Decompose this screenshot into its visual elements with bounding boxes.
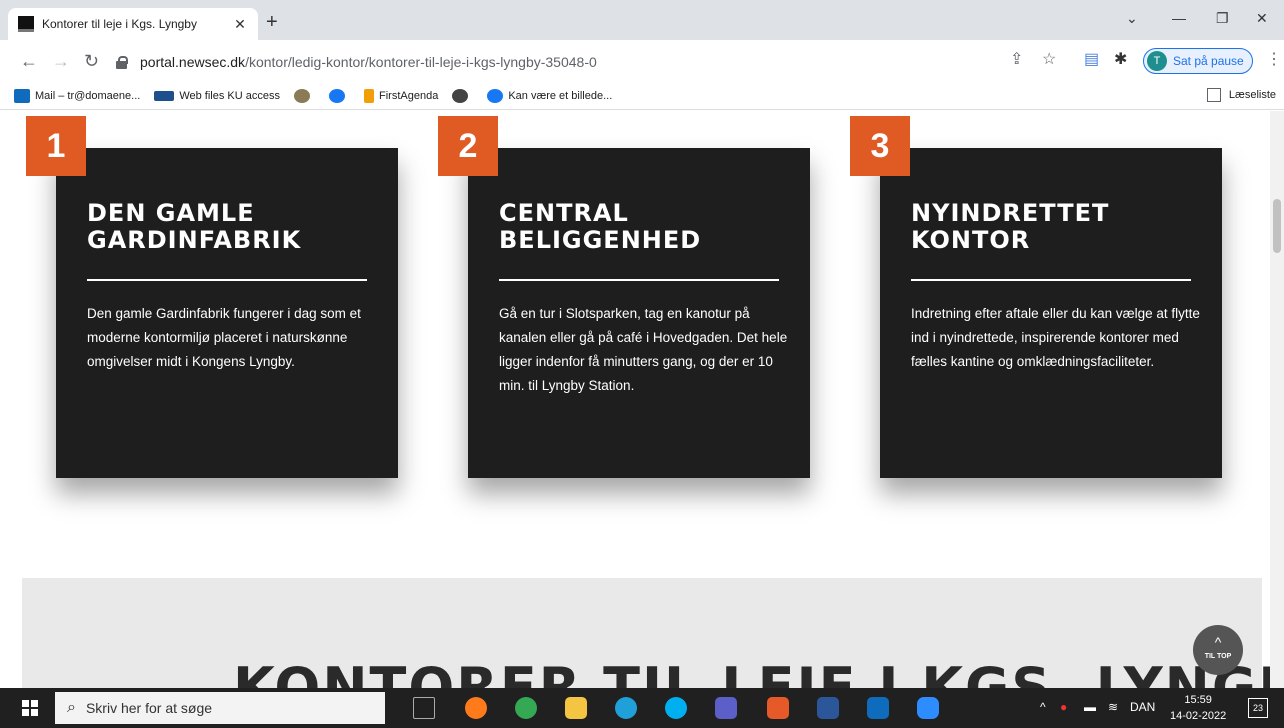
browser-tab[interactable]: Kontorer til leje i Kgs. Lyngby ✕ <box>8 8 258 40</box>
address-bar[interactable]: portal.newsec.dk/kontor/ledig-kontor/kon… <box>116 48 996 76</box>
newsec-favicon-icon <box>18 16 34 32</box>
lock-icon <box>116 56 128 69</box>
scrollbar-thumb[interactable] <box>1273 199 1281 253</box>
bookmarks-bar: Mail – tr@domaene... Web files KU access… <box>0 82 1284 110</box>
card-text: Indretning efter aftale eller du kan væl… <box>911 306 1200 369</box>
feature-card: DEN GAMLE GARDINFABRIK Den gamle Gardinf… <box>56 148 398 478</box>
file-explorer-icon[interactable] <box>565 697 587 719</box>
reading-list-button[interactable]: Læseliste <box>1206 88 1276 102</box>
notification-center-icon[interactable]: 23 <box>1248 698 1268 718</box>
language-indicator[interactable]: DAN <box>1130 700 1155 714</box>
reload-icon[interactable]: ↻ <box>84 51 99 71</box>
ku-logo-icon <box>294 88 310 103</box>
search-placeholder: Skriv her for at søge <box>85 700 213 716</box>
url-host: portal.newsec.dk <box>140 54 246 70</box>
clock-time: 15:59 <box>1184 694 1212 706</box>
tab-strip: Kontorer til leje i Kgs. Lyngby ✕ + ⌄ — … <box>0 0 1284 40</box>
minimize-button[interactable]: — <box>1172 10 1186 26</box>
url-path: /kontor/ledig-kontor/kontorer-til-leje-i… <box>245 54 597 70</box>
card-text: Den gamle Gardinfabrik fungerer i dag so… <box>87 306 361 369</box>
card-number-badge: 3 <box>850 116 910 176</box>
chevron-up-icon: ^ <box>1214 634 1222 650</box>
new-tab-button[interactable]: + <box>266 12 278 32</box>
bookmark-item[interactable]: Web files KU access <box>154 90 280 102</box>
feature-card: NYINDRETTET KONTOR Indretning efter afta… <box>880 148 1222 478</box>
extension-doc-icon[interactable]: ▤ <box>1084 52 1099 68</box>
windows-start-icon[interactable] <box>22 700 38 716</box>
clock-date: 14-02-2022 <box>1170 710 1227 722</box>
tray-chevron-up-icon[interactable]: ^ <box>1040 700 1046 714</box>
chrome-icon[interactable] <box>515 697 537 719</box>
extensions-puzzle-icon[interactable]: ✱ <box>1114 52 1127 68</box>
tray-app-icon[interactable]: ● <box>1060 700 1067 714</box>
zoom-icon[interactable] <box>917 697 939 719</box>
avatar: T <box>1147 51 1167 71</box>
wifi-icon[interactable]: ≋ <box>1108 700 1118 714</box>
page-viewport: 1 DEN GAMLE GARDINFABRIK Den gamle Gardi… <box>0 111 1284 688</box>
bookmark-item[interactable] <box>329 88 350 103</box>
back-arrow-icon[interactable]: ← <box>20 51 38 71</box>
card-text: Gå en tur i Slotsparken, tag en kanotur … <box>499 306 788 393</box>
app-badge-icon[interactable] <box>767 697 789 719</box>
firstagenda-icon <box>364 88 374 103</box>
search-icon: ⌕ <box>67 699 76 716</box>
bookmark-item[interactable]: Mail – tr@domaene... <box>14 88 140 103</box>
bookmark-item[interactable] <box>294 88 315 103</box>
skype-icon[interactable] <box>665 697 687 719</box>
outlook-icon[interactable] <box>867 697 889 719</box>
card-title: DEN GAMLE GARDINFABRIK <box>87 199 302 254</box>
teams-icon[interactable] <box>715 697 737 719</box>
bookmark-item[interactable]: Kan være et billede... <box>487 88 612 103</box>
feature-card: CENTRAL BELIGGENHED Gå en tur i Slotspar… <box>468 148 810 478</box>
card-title: CENTRAL BELIGGENHED <box>499 199 702 254</box>
web-files-icon <box>154 90 175 101</box>
page-scrollbar[interactable] <box>1270 111 1284 688</box>
restore-button[interactable]: ❐ <box>1216 10 1229 27</box>
card-title: NYINDRETTET KONTOR <box>911 199 1110 254</box>
profile-button[interactable]: T Sat på pause <box>1143 48 1253 74</box>
reading-list-icon <box>1206 88 1221 102</box>
tab-title: Kontorer til leje i Kgs. Lyngby <box>42 17 197 31</box>
window-close-button[interactable]: ✕ <box>1256 10 1268 27</box>
to-top-button[interactable]: ^ TIL TOP <box>1193 625 1243 675</box>
bookmark-star-icon[interactable]: ☆ <box>1042 52 1056 68</box>
edge-icon[interactable] <box>615 697 637 719</box>
windows-taskbar: ⌕ Skriv her for at søge ^ ● ▬ ≋ DAN 15:5… <box>0 688 1284 728</box>
firefox-icon[interactable] <box>465 697 487 719</box>
card-divider <box>499 279 779 281</box>
tab-search-icon[interactable]: ⌄ <box>1126 10 1138 27</box>
task-view-icon[interactable] <box>413 697 435 719</box>
forward-arrow-icon[interactable]: → <box>52 51 70 71</box>
outlook-icon <box>14 88 30 103</box>
to-top-label: TIL TOP <box>1204 653 1232 660</box>
profile-status: Sat på pause <box>1173 54 1244 68</box>
facebook-icon <box>487 88 504 103</box>
battery-icon[interactable]: ▬ <box>1084 700 1096 714</box>
section-title: KONTORER TIL LEJE I KGS. LYNGBY <box>233 656 1284 688</box>
facebook-icon <box>329 88 345 103</box>
word-icon[interactable] <box>817 697 839 719</box>
taskbar-search-box[interactable]: ⌕ Skriv her for at søge <box>55 692 385 724</box>
card-divider <box>911 279 1191 281</box>
card-number-badge: 1 <box>26 116 86 176</box>
share-icon[interactable]: ⇪ <box>1010 52 1023 68</box>
system-clock[interactable]: 15:59 14-02-2022 <box>1170 692 1226 724</box>
bookmark-item[interactable] <box>452 88 473 103</box>
bookmark-item[interactable]: FirstAgenda <box>364 88 438 103</box>
card-number-badge: 2 <box>438 116 498 176</box>
card-divider <box>87 279 367 281</box>
globe-icon <box>452 88 469 103</box>
menu-kebab-icon[interactable]: ⋮ <box>1266 52 1282 68</box>
tab-close-icon[interactable]: ✕ <box>232 16 248 33</box>
